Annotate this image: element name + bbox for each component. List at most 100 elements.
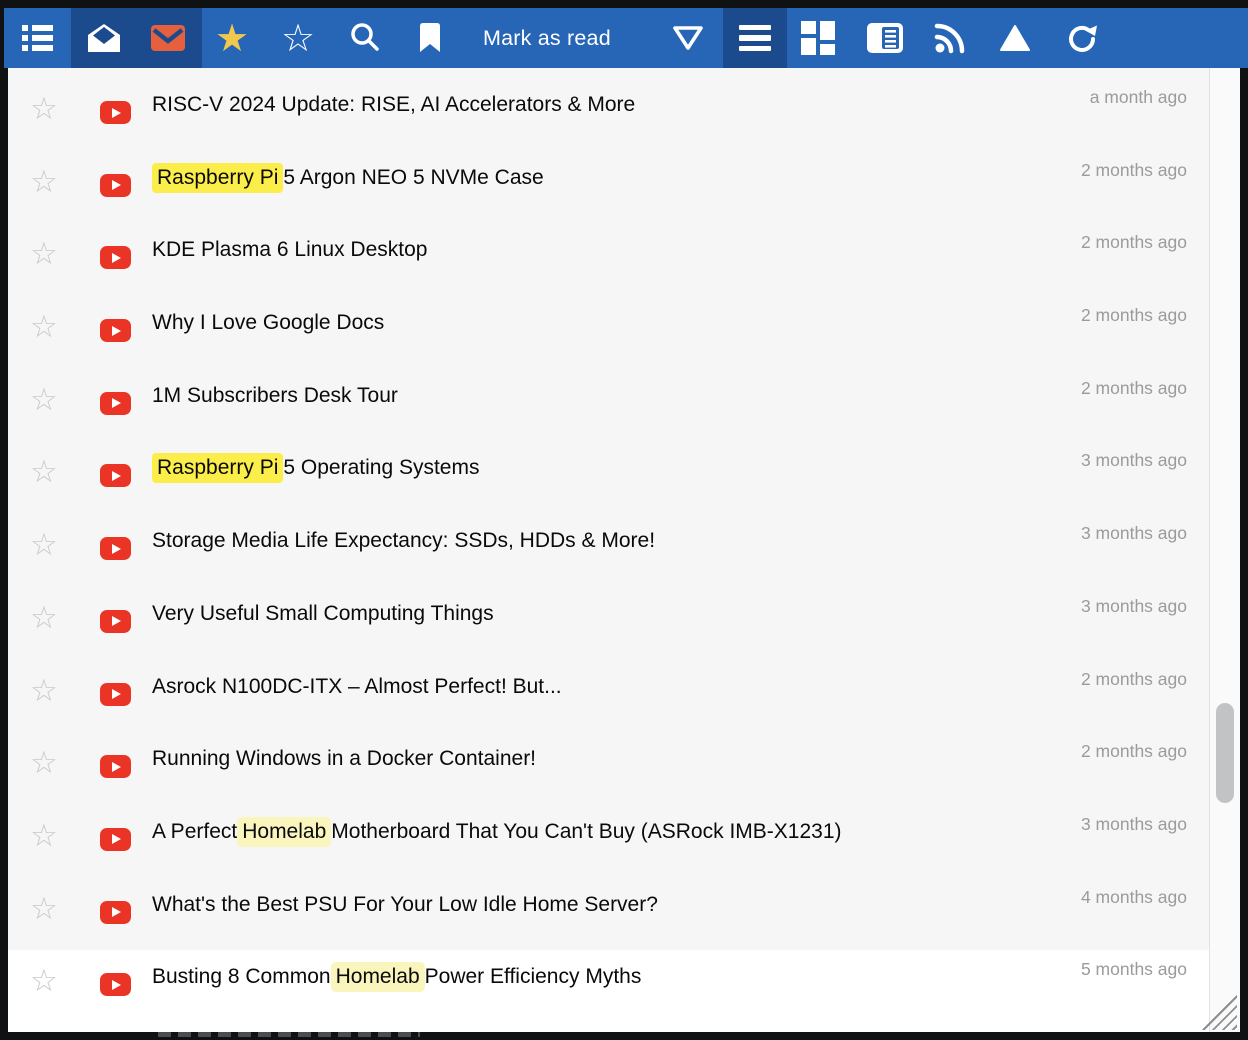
star-toggle-icon[interactable]: ☆ xyxy=(30,894,58,925)
star-toggle-icon[interactable]: ☆ xyxy=(30,748,58,779)
list-bullets-icon xyxy=(22,25,53,51)
star-toggle-icon[interactable]: ☆ xyxy=(30,966,58,997)
article-title: Raspberry Pi 5 Operating Systems xyxy=(152,452,479,484)
article-title: What's the Best PSU For Your Low Idle Ho… xyxy=(152,889,658,921)
youtube-feed-icon xyxy=(100,973,131,996)
subscriptions-list-button[interactable] xyxy=(15,8,59,68)
article-title: Why I Love Google Docs xyxy=(152,307,384,339)
article-row[interactable]: ☆ KDE Plasma 6 Linux Desktop 2 months ag… xyxy=(8,223,1209,296)
title-text: 5 Operating Systems xyxy=(283,456,479,480)
article-title: Raspberry Pi 5 Argon NEO 5 NVMe Case xyxy=(152,162,544,194)
article-time: a month ago xyxy=(1090,87,1187,108)
article-title: Running Windows in a Docker Container! xyxy=(152,743,536,775)
article-time: 3 months ago xyxy=(1081,450,1187,471)
star-toggle-icon[interactable]: ☆ xyxy=(30,239,58,270)
article-row[interactable]: ☆ RISC-V 2024 Update: RISE, AI Accelerat… xyxy=(8,78,1209,151)
highlighted-text: Raspberry Pi xyxy=(152,453,283,483)
starred-filter-button[interactable]: ★ xyxy=(210,8,254,68)
article-title: A Perfect Homelab Motherboard That You C… xyxy=(152,816,842,848)
title-text: What's the Best PSU For Your Low Idle Ho… xyxy=(152,893,658,917)
outline-star-icon: ☆ xyxy=(281,19,315,57)
title-text: Very Useful Small Computing Things xyxy=(152,602,494,626)
article-row[interactable]: ☆ What's the Best PSU For Your Low Idle … xyxy=(8,878,1209,951)
youtube-feed-icon xyxy=(100,901,131,924)
star-toggle-icon[interactable]: ☆ xyxy=(30,457,58,488)
rss-button[interactable] xyxy=(928,8,972,68)
youtube-feed-icon xyxy=(100,828,131,851)
reader-view-button[interactable] xyxy=(863,8,907,68)
article-row[interactable]: ☆ Busting 8 Common Homelab Power Efficie… xyxy=(8,950,1209,1032)
article-row[interactable]: ☆ A Perfect Homelab Motherboard That You… xyxy=(8,805,1209,878)
highlighted-text: Raspberry Pi xyxy=(152,163,283,193)
title-text: A Perfect xyxy=(152,820,237,844)
article-list-pane: ☆ RISC-V 2024 Update: RISE, AI Accelerat… xyxy=(8,68,1240,1032)
article-row[interactable]: ☆ Raspberry Pi 5 Operating Systems 3 mon… xyxy=(8,441,1209,514)
refresh-icon xyxy=(1065,21,1099,55)
star-toggle-icon[interactable]: ☆ xyxy=(30,312,58,343)
filter-dropdown-button[interactable] xyxy=(666,8,710,68)
unread-filter-button[interactable] xyxy=(146,8,190,68)
star-outline-button[interactable]: ☆ xyxy=(276,8,320,68)
youtube-feed-icon xyxy=(100,174,131,197)
article-row[interactable]: ☆ Raspberry Pi 5 Argon NEO 5 NVMe Case 2… xyxy=(8,151,1209,224)
star-toggle-icon[interactable]: ☆ xyxy=(30,676,58,707)
title-text: Running Windows in a Docker Container! xyxy=(152,747,536,771)
unread-envelope-icon xyxy=(151,25,185,51)
clipped-next-row-text xyxy=(158,1032,420,1037)
article-row[interactable]: ☆ Running Windows in a Docker Container!… xyxy=(8,732,1209,805)
article-time: 5 months ago xyxy=(1081,959,1187,980)
article-card-icon xyxy=(867,23,903,53)
triangle-down-outline-icon xyxy=(671,24,705,52)
title-text: Motherboard That You Can't Buy (ASRock I… xyxy=(331,820,841,844)
star-toggle-icon[interactable]: ☆ xyxy=(30,530,58,561)
menu-button[interactable] xyxy=(733,8,777,68)
scrollbar-track[interactable] xyxy=(1210,68,1240,1032)
layout-grid-button[interactable] xyxy=(796,8,840,68)
article-row[interactable]: ☆ 1M Subscribers Desk Tour 2 months ago xyxy=(8,369,1209,442)
title-text: RISC-V 2024 Update: RISE, AI Accelerator… xyxy=(152,93,635,117)
article-time: 2 months ago xyxy=(1081,232,1187,253)
mark-as-read-button[interactable]: Mark as read xyxy=(483,8,611,68)
search-icon xyxy=(348,21,382,55)
article-row[interactable]: ☆ Storage Media Life Expectancy: SSDs, H… xyxy=(8,514,1209,587)
youtube-feed-icon xyxy=(100,392,131,415)
open-envelope-icon xyxy=(88,24,120,52)
star-toggle-icon[interactable]: ☆ xyxy=(30,167,58,198)
bookmark-icon xyxy=(418,23,442,53)
article-row[interactable]: ☆ Very Useful Small Computing Things 3 m… xyxy=(8,587,1209,660)
open-mail-filter-button[interactable] xyxy=(82,8,126,68)
youtube-feed-icon xyxy=(100,755,131,778)
star-toggle-icon[interactable]: ☆ xyxy=(30,385,58,416)
title-text: 5 Argon NEO 5 NVMe Case xyxy=(283,166,543,190)
article-time: 3 months ago xyxy=(1081,523,1187,544)
search-button[interactable] xyxy=(343,8,387,68)
article-title: Asrock N100DC-ITX – Almost Perfect! But.… xyxy=(152,671,562,703)
highlighted-text: Homelab xyxy=(331,962,425,992)
article-time: 4 months ago xyxy=(1081,887,1187,908)
refresh-button[interactable] xyxy=(1060,8,1104,68)
article-title: Busting 8 Common Homelab Power Efficienc… xyxy=(152,961,641,993)
title-text: Why I Love Google Docs xyxy=(152,311,384,335)
article-row[interactable]: ☆ Why I Love Google Docs 2 months ago xyxy=(8,296,1209,369)
article-row[interactable]: ☆ Asrock N100DC-ITX – Almost Perfect! Bu… xyxy=(8,660,1209,733)
filled-star-icon: ★ xyxy=(215,19,249,57)
article-time: 3 months ago xyxy=(1081,814,1187,835)
scrollbar-thumb[interactable] xyxy=(1216,703,1234,803)
bookmark-button[interactable] xyxy=(408,8,452,68)
article-time: 2 months ago xyxy=(1081,378,1187,399)
youtube-feed-icon xyxy=(100,319,131,342)
star-toggle-icon[interactable]: ☆ xyxy=(30,94,58,125)
youtube-feed-icon xyxy=(100,246,131,269)
youtube-feed-icon xyxy=(100,683,131,706)
article-time: 2 months ago xyxy=(1081,669,1187,690)
title-text: Storage Media Life Expectancy: SSDs, HDD… xyxy=(152,529,655,553)
article-title: 1M Subscribers Desk Tour xyxy=(152,380,398,412)
title-text: Power Efficiency Myths xyxy=(425,965,642,989)
article-time: 2 months ago xyxy=(1081,160,1187,181)
article-title: KDE Plasma 6 Linux Desktop xyxy=(152,234,427,266)
star-toggle-icon[interactable]: ☆ xyxy=(30,603,58,634)
article-title: RISC-V 2024 Update: RISE, AI Accelerator… xyxy=(152,89,635,121)
highlighted-text: Homelab xyxy=(237,817,331,847)
scroll-top-button[interactable] xyxy=(993,8,1037,68)
star-toggle-icon[interactable]: ☆ xyxy=(30,821,58,852)
